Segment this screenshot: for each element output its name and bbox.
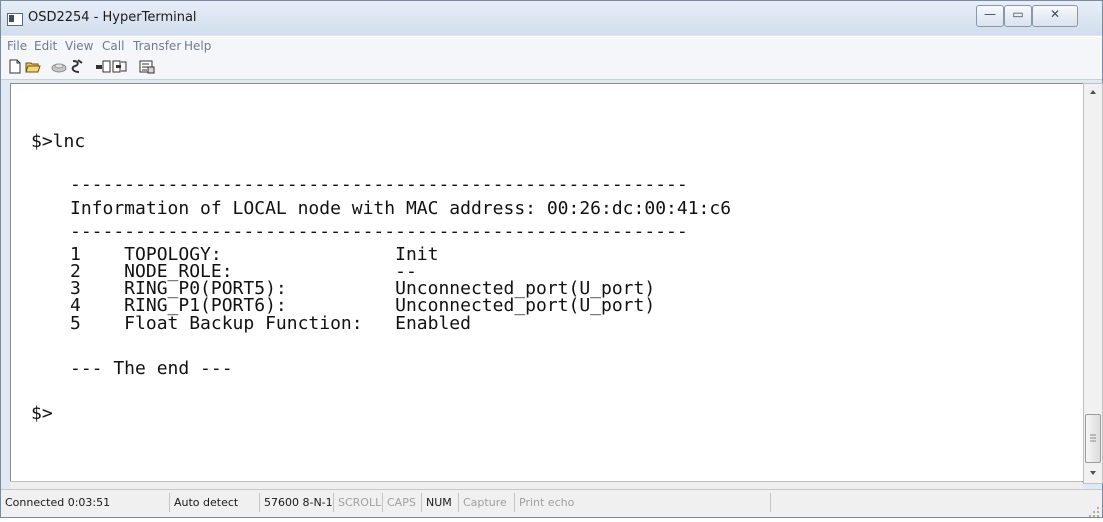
minimize-icon: — <box>984 7 996 21</box>
terminal-line-prompt: $> <box>31 403 53 424</box>
menu-help[interactable]: Help <box>184 39 211 53</box>
maximize-button[interactable]: ▭ <box>1004 5 1032 27</box>
status-scroll: SCROLL <box>333 493 382 512</box>
horizontal-scrollbar[interactable] <box>10 481 1082 489</box>
status-connected-time: Connected 0:03:51 <box>5 496 111 509</box>
close-icon: ✕ <box>1049 7 1061 21</box>
hyperterminal-app-icon[interactable] <box>7 13 23 26</box>
toolbar <box>1 55 1102 80</box>
call-icon[interactable] <box>51 59 67 74</box>
properties-icon[interactable] <box>139 59 155 74</box>
terminal-line-separator: ----------------------------------------… <box>70 174 688 195</box>
menu-file[interactable]: File <box>7 39 27 53</box>
scroll-down-arrow-icon[interactable] <box>1084 465 1102 481</box>
resize-grip-icon[interactable] <box>1088 503 1100 517</box>
menu-call[interactable]: Call <box>102 39 124 53</box>
terminal-line-prompt-command: $>lnc <box>31 131 86 152</box>
vertical-scrollbar[interactable] <box>1083 83 1103 484</box>
disconnect-icon[interactable] <box>69 59 85 74</box>
menu-transfer[interactable]: Transfer <box>133 39 181 53</box>
title-bar[interactable]: OSD2254 - HyperTerminal — ▭ ✕ <box>1 1 1102 35</box>
menu-edit[interactable]: Edit <box>34 39 57 53</box>
menu-view[interactable]: View <box>65 39 93 53</box>
status-num: NUM <box>421 493 458 512</box>
open-folder-icon[interactable] <box>25 59 41 74</box>
hyperterminal-window: OSD2254 - HyperTerminal — ▭ ✕ File Edit … <box>0 0 1103 518</box>
minimize-button[interactable]: — <box>976 5 1004 27</box>
receive-icon[interactable] <box>112 59 128 74</box>
status-capture: Capture <box>458 493 513 512</box>
menu-bar: File Edit View Call Transfer Help <box>1 36 1102 55</box>
terminal-screen[interactable]: $>lnc ----------------------------------… <box>10 83 1084 482</box>
terminal-line-header: Information of LOCAL node with MAC addre… <box>70 198 732 219</box>
send-icon[interactable] <box>95 59 111 74</box>
close-button[interactable]: ✕ <box>1032 5 1078 27</box>
new-document-icon[interactable] <box>7 59 23 74</box>
status-print-echo: Print echo <box>514 493 771 512</box>
terminal-line-end: --- The end --- <box>70 358 233 379</box>
status-caps: CAPS <box>382 493 421 512</box>
terminal-line-separator: ----------------------------------------… <box>70 221 688 242</box>
status-bar: Connected 0:03:51 Auto detect 57600 8-N-… <box>1 489 1102 517</box>
scrollbar-thumb[interactable] <box>1085 414 1101 463</box>
maximize-icon: ▭ <box>1012 7 1024 21</box>
status-port-settings: 57600 8-N-1 <box>259 493 334 512</box>
terminal-line-float-backup: 5 Float Backup Function: Enabled <box>70 313 471 334</box>
status-auto-detect: Auto detect <box>169 493 259 512</box>
scroll-up-arrow-icon[interactable] <box>1084 84 1102 100</box>
window-title: OSD2254 - HyperTerminal <box>28 10 197 25</box>
